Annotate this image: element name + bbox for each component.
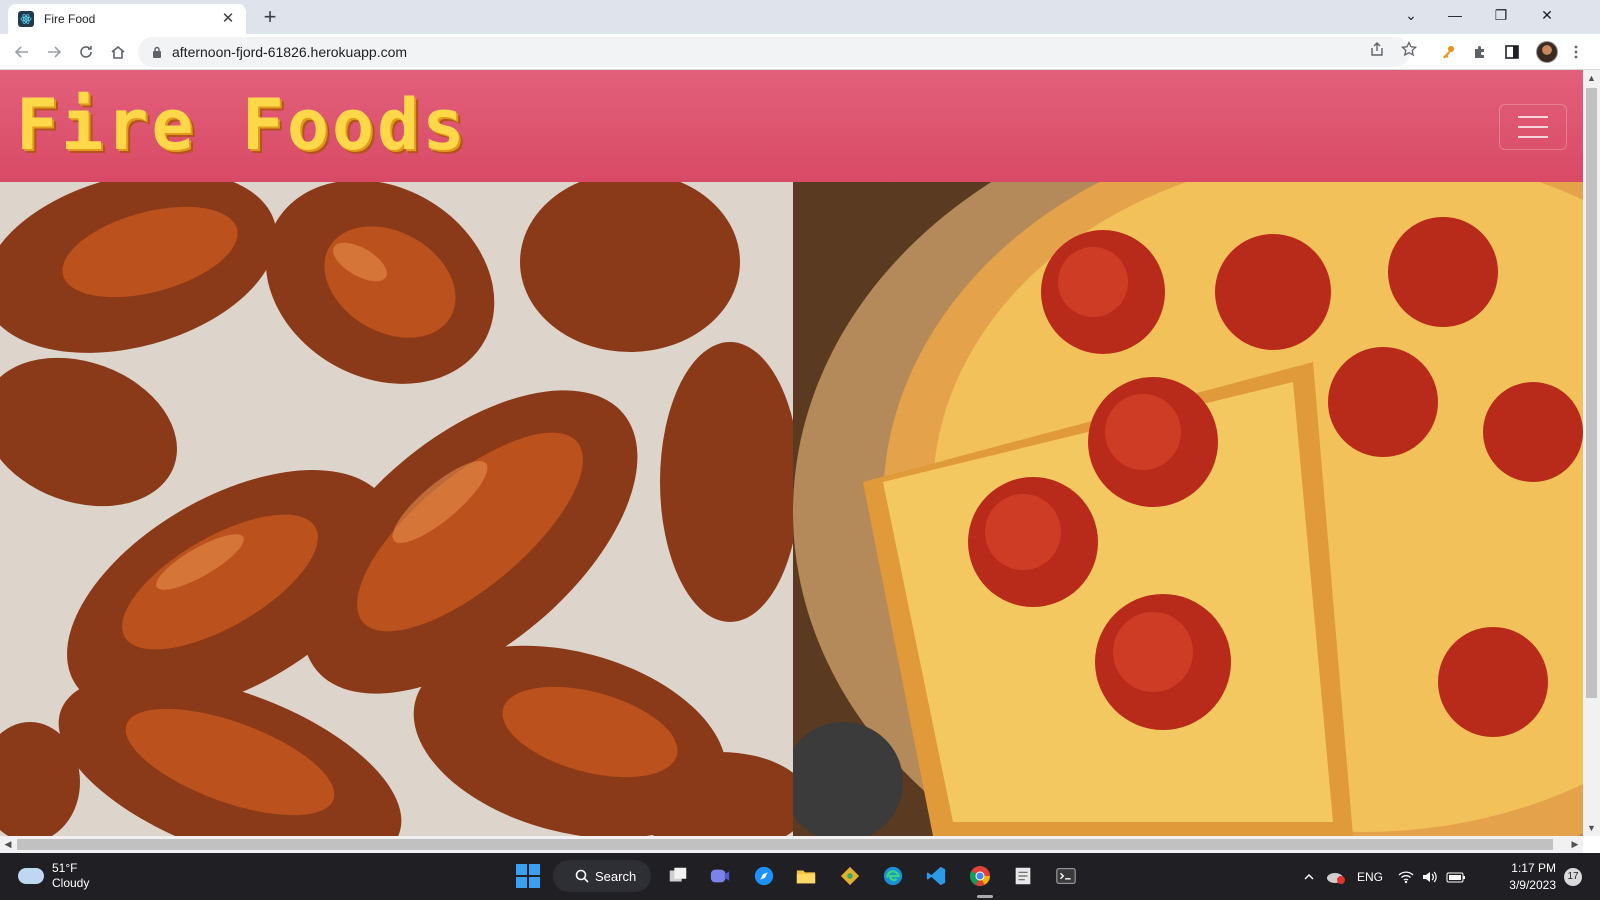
horizontal-scroll-thumb[interactable] [17, 839, 1553, 850]
search-icon [575, 869, 589, 883]
git-tool-icon[interactable] [836, 862, 864, 890]
clock-date: 3/9/2023 [1509, 878, 1556, 892]
chat-icon[interactable] [706, 862, 734, 890]
home-icon[interactable] [106, 40, 130, 64]
back-arrow-icon[interactable] [10, 40, 34, 64]
forward-arrow-icon[interactable] [42, 40, 66, 64]
hamburger-bar-icon [1518, 116, 1548, 118]
browser-tab[interactable]: Fire Food ✕ [8, 4, 246, 34]
hamburger-menu-button[interactable] [1499, 104, 1567, 150]
scroll-right-arrow-icon[interactable]: ▶ [1567, 836, 1583, 853]
close-icon[interactable]: ✕ [220, 11, 236, 27]
windows-logo-icon [516, 864, 540, 888]
file-explorer-icon[interactable] [792, 862, 820, 890]
taskbar-search-button[interactable]: Search [553, 860, 651, 892]
weather-temperature: 51°F [52, 861, 78, 875]
tab-search-chevron-icon[interactable]: ⌄ [1388, 0, 1434, 30]
profile-avatar[interactable] [1536, 41, 1558, 63]
browser-toolbar: afternoon-fjord-61826.herokuapp.com [0, 34, 1600, 70]
cloud-icon [18, 868, 44, 884]
safari-compass-icon[interactable] [750, 862, 778, 890]
horizontal-scrollbar[interactable]: ◀ ▶ [0, 836, 1583, 853]
bookmark-star-icon[interactable] [1398, 38, 1420, 60]
chrome-icon[interactable] [966, 862, 994, 890]
address-bar[interactable]: afternoon-fjord-61826.herokuapp.com [138, 37, 1410, 67]
clock-time: 1:17 PM [1511, 861, 1556, 875]
share-icon[interactable] [1366, 38, 1388, 60]
language-indicator[interactable]: ENG [1357, 853, 1383, 900]
more-menu-icon[interactable] [1564, 40, 1588, 64]
lock-icon [153, 46, 161, 58]
page-viewport: Fire Foods [0, 70, 1583, 836]
weather-widget[interactable]: 51°F Cloudy [18, 861, 89, 891]
show-hidden-icons-chevron-icon[interactable] [1303, 853, 1315, 900]
windows-taskbar: 51°F Cloudy Search ENG 1:17 PM 3/9/2023 … [0, 853, 1600, 900]
site-navbar: Fire Foods [0, 70, 1583, 182]
url-text: afternoon-fjord-61826.herokuapp.com [172, 44, 408, 60]
pepperoni-pizza-image [793, 182, 1583, 836]
scroll-left-arrow-icon[interactable]: ◀ [0, 836, 16, 853]
active-app-indicator [977, 895, 993, 898]
task-view-icon[interactable] [664, 862, 692, 890]
close-window-button[interactable]: ✕ [1524, 0, 1570, 30]
extension-key-icon[interactable] [1436, 40, 1460, 64]
weather-condition: Cloudy [52, 876, 90, 890]
side-panel-icon[interactable] [1500, 40, 1524, 64]
screen: Fire Food ✕ + ⌄ — ❐ ✕ afternoon-fjord-61… [0, 0, 1600, 900]
notepad-icon[interactable] [1009, 862, 1037, 890]
extensions-puzzle-icon[interactable] [1468, 40, 1492, 64]
battery-icon[interactable] [1446, 853, 1466, 900]
vertical-scroll-thumb[interactable] [1586, 88, 1597, 698]
hamburger-bar-icon [1518, 126, 1548, 128]
new-tab-button[interactable]: + [258, 6, 282, 30]
notification-badge[interactable]: 17 [1564, 868, 1582, 886]
vscode-icon[interactable] [922, 862, 950, 890]
tab-strip: Fire Food ✕ + ⌄ — ❐ ✕ [0, 0, 1600, 34]
onedrive-error-icon[interactable] [1326, 853, 1346, 900]
terminal-icon[interactable] [1052, 862, 1080, 890]
edge-browser-icon[interactable] [879, 862, 907, 890]
scroll-down-arrow-icon[interactable]: ▼ [1583, 820, 1600, 836]
start-button[interactable] [514, 862, 542, 890]
taskbar-search-label: Search [595, 868, 637, 884]
vertical-scrollbar[interactable]: ▲ ▼ [1583, 70, 1600, 836]
site-brand-logo[interactable]: Fire Foods [16, 84, 467, 166]
restore-button[interactable]: ❐ [1478, 0, 1524, 30]
scroll-up-arrow-icon[interactable]: ▲ [1583, 70, 1600, 86]
tab-title: Fire Food [44, 12, 96, 26]
chicken-wings-image [0, 182, 793, 836]
wifi-icon[interactable] [1398, 853, 1414, 900]
volume-icon[interactable] [1421, 853, 1437, 900]
hamburger-bar-icon [1518, 136, 1548, 138]
minimize-button[interactable]: — [1432, 0, 1478, 30]
reload-icon[interactable] [74, 40, 98, 64]
react-favicon-icon [18, 11, 34, 27]
taskbar-clock[interactable]: 1:17 PM 3/9/2023 [1494, 860, 1556, 894]
